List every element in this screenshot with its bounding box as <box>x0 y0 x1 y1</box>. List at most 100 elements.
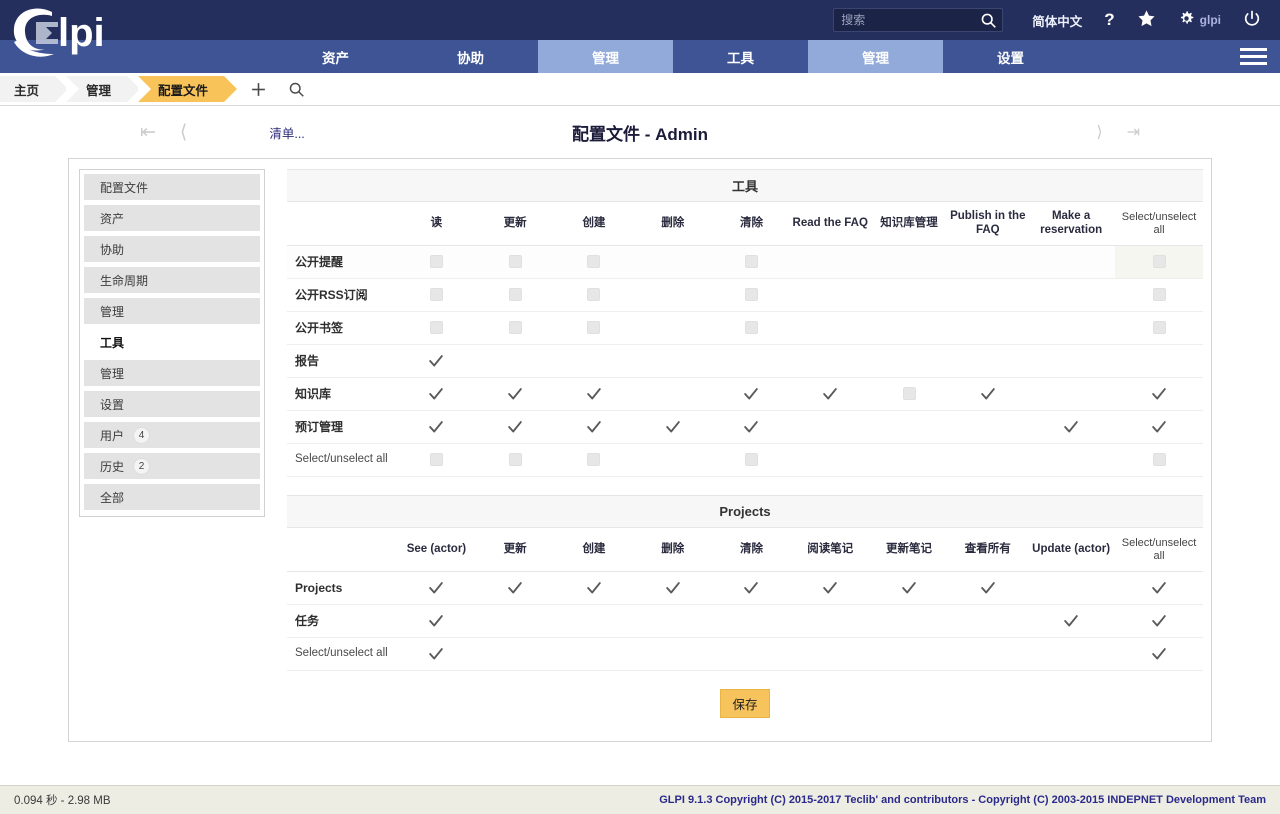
permission-checkbox[interactable] <box>429 255 443 269</box>
permission-cell[interactable] <box>397 278 476 312</box>
permission-cell[interactable] <box>948 571 1028 605</box>
permission-checkbox[interactable] <box>508 453 522 467</box>
permission-cell[interactable] <box>554 377 634 411</box>
check-mark-icon[interactable] <box>1150 612 1168 630</box>
permission-cell[interactable] <box>712 571 791 605</box>
column-header[interactable]: See (actor) <box>397 527 476 572</box>
check-mark-icon[interactable] <box>821 579 839 597</box>
column-header[interactable]: Select/unselect all <box>1115 201 1203 246</box>
column-header[interactable]: 更新 <box>475 201 555 246</box>
check-mark-icon[interactable] <box>979 579 997 597</box>
column-header[interactable]: Update (actor) <box>1027 527 1116 572</box>
column-header[interactable]: Select/unselect all <box>1115 527 1203 572</box>
permission-cell[interactable] <box>475 278 555 312</box>
check-mark-icon[interactable] <box>1150 385 1168 403</box>
permission-cell[interactable] <box>554 278 634 312</box>
next-page-icon[interactable]: ⟩ <box>1096 122 1102 142</box>
check-mark-icon[interactable] <box>427 645 445 663</box>
permission-cell[interactable] <box>712 410 791 444</box>
check-mark-icon[interactable] <box>1062 418 1080 436</box>
permission-cell[interactable] <box>475 410 555 444</box>
permission-cell[interactable] <box>712 311 791 345</box>
permission-cell[interactable] <box>712 278 791 312</box>
permission-cell[interactable] <box>397 410 476 444</box>
permission-checkbox[interactable] <box>744 453 758 467</box>
last-page-icon[interactable]: ⇥ <box>1127 122 1140 142</box>
check-mark-icon[interactable] <box>585 385 603 403</box>
permission-cell[interactable] <box>475 443 555 477</box>
permission-cell[interactable] <box>554 311 634 345</box>
sidebar-item-users[interactable]: 用户 4 <box>84 422 260 448</box>
check-mark-icon[interactable] <box>427 418 445 436</box>
permission-checkbox[interactable] <box>1152 255 1166 269</box>
column-header[interactable]: 查看所有 <box>948 527 1028 572</box>
permission-cell[interactable] <box>790 571 870 605</box>
permission-cell[interactable] <box>475 245 555 279</box>
check-mark-icon[interactable] <box>1062 612 1080 630</box>
permission-cell[interactable] <box>790 377 870 411</box>
column-header[interactable]: 清除 <box>712 201 791 246</box>
permission-cell[interactable] <box>1027 410 1116 444</box>
permission-checkbox[interactable] <box>1152 321 1166 335</box>
permission-cell[interactable] <box>397 637 476 671</box>
check-mark-icon[interactable] <box>1150 418 1168 436</box>
nav-item-assets[interactable]: 资产 <box>268 40 403 73</box>
permission-checkbox[interactable] <box>587 288 601 302</box>
permission-cell[interactable] <box>1115 278 1203 312</box>
breadcrumb-search-icon[interactable] <box>281 81 311 98</box>
permission-cell[interactable] <box>712 377 791 411</box>
permission-cell[interactable] <box>869 377 949 411</box>
favorites-button[interactable] <box>1126 0 1167 40</box>
permission-checkbox[interactable] <box>744 255 758 269</box>
column-header[interactable]: 删除 <box>633 527 713 572</box>
check-mark-icon[interactable] <box>900 579 918 597</box>
permission-cell[interactable] <box>397 571 476 605</box>
sidebar-item-lifecycle[interactable]: 生命周期 <box>84 267 260 293</box>
sidebar-item-administration[interactable]: 管理 <box>84 360 260 386</box>
permission-cell[interactable] <box>633 410 713 444</box>
permission-cell[interactable] <box>1115 443 1203 477</box>
permission-cell[interactable] <box>554 410 634 444</box>
column-header[interactable]: 更新笔记 <box>869 527 949 572</box>
logout-button[interactable] <box>1232 0 1272 40</box>
breadcrumb-item-home[interactable]: 主页 <box>0 76 69 102</box>
permission-checkbox[interactable] <box>587 321 601 335</box>
hamburger-menu-icon[interactable] <box>1226 40 1280 73</box>
glpi-logo[interactable]: lpi <box>6 2 121 64</box>
column-header[interactable]: 知识库管理 <box>869 201 949 246</box>
permission-cell[interactable] <box>712 245 791 279</box>
breadcrumb-item-profiles[interactable]: 配置文件 <box>138 76 238 102</box>
column-header[interactable]: 更新 <box>475 527 555 572</box>
save-button[interactable]: 保存 <box>720 689 770 718</box>
permission-cell[interactable] <box>712 443 791 477</box>
check-mark-icon[interactable] <box>427 612 445 630</box>
search-icon[interactable] <box>980 12 997 34</box>
check-mark-icon[interactable] <box>427 579 445 597</box>
check-mark-icon[interactable] <box>506 385 524 403</box>
check-mark-icon[interactable] <box>506 579 524 597</box>
inventory-link[interactable]: 清单... <box>269 123 304 142</box>
help-button[interactable]: ? <box>1093 0 1125 40</box>
permission-cell[interactable] <box>1115 637 1203 671</box>
permission-checkbox[interactable] <box>508 321 522 335</box>
permission-cell[interactable] <box>1115 571 1203 605</box>
check-mark-icon[interactable] <box>979 385 997 403</box>
search-input[interactable] <box>834 9 1003 31</box>
permission-checkbox[interactable] <box>902 387 916 401</box>
permission-cell[interactable] <box>633 571 713 605</box>
permission-cell[interactable] <box>1115 377 1203 411</box>
check-mark-icon[interactable] <box>427 385 445 403</box>
column-header[interactable]: 创建 <box>554 201 634 246</box>
permission-cell[interactable] <box>554 245 634 279</box>
permission-cell[interactable] <box>397 311 476 345</box>
permission-checkbox[interactable] <box>1152 453 1166 467</box>
sidebar-item-history[interactable]: 历史 2 <box>84 453 260 479</box>
first-page-icon[interactable]: ⇤ <box>140 123 156 142</box>
permission-cell[interactable] <box>948 377 1028 411</box>
permission-cell[interactable] <box>554 443 634 477</box>
permission-cell[interactable] <box>397 377 476 411</box>
plus-icon[interactable] <box>243 81 273 98</box>
sidebar-item-all[interactable]: 全部 <box>84 484 260 510</box>
global-search-box[interactable] <box>833 8 1004 34</box>
column-header[interactable]: 读 <box>397 201 476 246</box>
